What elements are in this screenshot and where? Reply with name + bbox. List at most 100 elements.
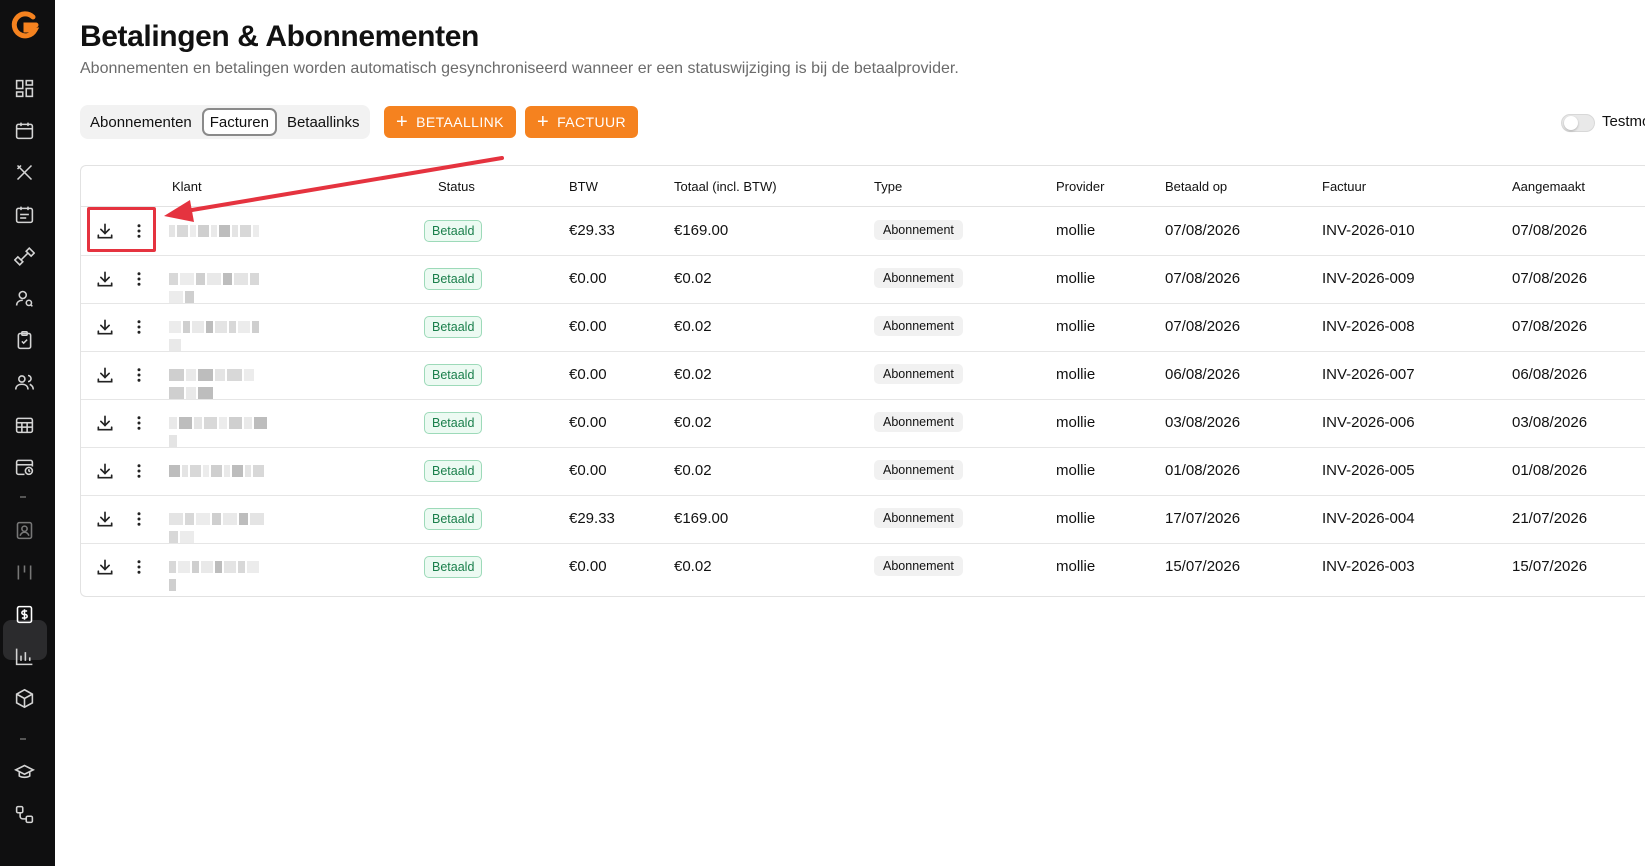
status-badge: Betaald xyxy=(424,364,483,386)
col-aangemaakt[interactable]: Aangemaakt xyxy=(1512,179,1585,194)
cell-btw: €0.00 xyxy=(569,462,607,479)
plus-icon: + xyxy=(396,111,409,133)
cell-totaal: €0.02 xyxy=(674,414,712,431)
more-options-icon[interactable] xyxy=(129,317,149,337)
calendar-grid-icon[interactable] xyxy=(12,412,37,437)
more-options-icon[interactable] xyxy=(129,413,149,433)
cell-provider: mollie xyxy=(1056,558,1096,575)
cell-betaald-op: 15/07/2026 xyxy=(1165,558,1241,575)
user-search-icon[interactable] xyxy=(12,286,37,311)
contact-card-icon[interactable] xyxy=(12,518,37,543)
page-subtitle: Abonnementen en betalingen worden automa… xyxy=(80,60,959,77)
cell-factuur[interactable]: INV-2026-005 xyxy=(1322,462,1415,479)
klant-name-redacted xyxy=(169,416,269,447)
status-badge: Betaald xyxy=(424,556,483,578)
table-row[interactable]: Betaald Abonnement €0.00 €0.02 mollie 07/08/2… xyxy=(81,255,1645,304)
cell-aangemaakt: 06/08/2026 xyxy=(1512,366,1588,383)
cell-totaal: €169.00 xyxy=(674,222,729,239)
klant-name-redacted xyxy=(169,512,269,543)
more-options-icon[interactable] xyxy=(129,461,149,481)
download-icon[interactable] xyxy=(95,461,115,481)
add-betaallink-button[interactable]: + BETAALLINK xyxy=(384,106,516,138)
col-totaal[interactable]: Totaal (incl. BTW) xyxy=(674,179,777,194)
cell-factuur[interactable]: INV-2026-003 xyxy=(1322,558,1415,575)
nav-separator xyxy=(20,496,26,498)
download-icon[interactable] xyxy=(95,317,115,337)
workflow-icon[interactable] xyxy=(12,802,37,827)
cell-aangemaakt: 07/08/2026 xyxy=(1512,318,1588,335)
cell-aangemaakt: 07/08/2026 xyxy=(1512,270,1588,287)
plus-icon: + xyxy=(537,111,550,133)
klant-name-redacted xyxy=(169,464,269,478)
calendar-clock-icon[interactable] xyxy=(12,454,37,479)
bar-chart-icon[interactable] xyxy=(12,644,37,669)
download-icon[interactable] xyxy=(95,365,115,385)
testmode-toggle[interactable] xyxy=(1561,114,1595,132)
cell-provider: mollie xyxy=(1056,270,1096,287)
cell-btw: €0.00 xyxy=(569,558,607,575)
cell-provider: mollie xyxy=(1056,462,1096,479)
klant-name-redacted xyxy=(169,560,269,591)
toggle-knob xyxy=(1564,116,1578,130)
download-icon[interactable] xyxy=(95,269,115,289)
col-provider[interactable]: Provider xyxy=(1056,179,1104,194)
more-options-icon[interactable] xyxy=(129,269,149,289)
tab-abonnementen[interactable]: Abonnementen xyxy=(84,108,198,136)
klant-name-redacted xyxy=(169,320,269,351)
download-icon[interactable] xyxy=(95,413,115,433)
table-row[interactable]: Betaald Abonnement €0.00 €0.02 mollie 15/07/2… xyxy=(81,543,1645,592)
cell-factuur[interactable]: INV-2026-008 xyxy=(1322,318,1415,335)
col-betaald-op[interactable]: Betaald op xyxy=(1165,179,1227,194)
download-icon[interactable] xyxy=(95,557,115,577)
tab-facturen[interactable]: Facturen xyxy=(201,108,277,136)
tools-icon[interactable] xyxy=(12,160,37,185)
cell-factuur[interactable]: INV-2026-007 xyxy=(1322,366,1415,383)
dollar-icon[interactable] xyxy=(12,602,37,627)
annotation-arrow xyxy=(164,156,504,222)
cell-provider: mollie xyxy=(1056,318,1096,335)
nav-separator xyxy=(20,738,26,740)
more-options-icon[interactable] xyxy=(129,557,149,577)
cell-factuur[interactable]: INV-2026-009 xyxy=(1322,270,1415,287)
users-icon[interactable] xyxy=(12,370,37,395)
cell-totaal: €0.02 xyxy=(674,270,712,287)
cell-aangemaakt: 01/08/2026 xyxy=(1512,462,1588,479)
cell-totaal: €0.02 xyxy=(674,558,712,575)
more-options-icon[interactable] xyxy=(129,365,149,385)
download-icon[interactable] xyxy=(95,509,115,529)
graduation-cap-icon[interactable] xyxy=(12,760,37,785)
testmode-label: Testmo xyxy=(1602,113,1645,130)
cell-btw: €0.00 xyxy=(569,270,607,287)
table-row[interactable]: Betaald Abonnement €29.33 €169.00 mollie 17/0… xyxy=(81,495,1645,544)
more-options-icon[interactable] xyxy=(129,509,149,529)
col-btw[interactable]: BTW xyxy=(569,179,598,194)
dashboard-icon[interactable] xyxy=(12,76,37,101)
table-row[interactable]: Betaald Abonnement €0.00 €0.02 mollie 06/08/2… xyxy=(81,351,1645,400)
cell-betaald-op: 06/08/2026 xyxy=(1165,366,1241,383)
cell-betaald-op: 07/08/2026 xyxy=(1165,270,1241,287)
columns-icon[interactable] xyxy=(12,560,37,585)
sidebar xyxy=(0,0,55,866)
page-title: Betalingen & Abonnementen xyxy=(80,20,479,53)
brand-logo[interactable] xyxy=(10,11,40,41)
cell-totaal: €169.00 xyxy=(674,510,729,527)
cell-aangemaakt: 07/08/2026 xyxy=(1512,222,1588,239)
dumbbell-icon[interactable] xyxy=(12,244,37,269)
cell-betaald-op: 03/08/2026 xyxy=(1165,414,1241,431)
package-icon[interactable] xyxy=(12,686,37,711)
cell-provider: mollie xyxy=(1056,366,1096,383)
clipboard-check-icon[interactable] xyxy=(12,328,37,353)
cell-factuur[interactable]: INV-2026-006 xyxy=(1322,414,1415,431)
add-factuur-button[interactable]: + FACTUUR xyxy=(525,106,639,138)
table-row[interactable]: Betaald Abonnement €0.00 €0.02 mollie 03/08/2… xyxy=(81,399,1645,448)
tab-betaallinks[interactable]: Betaallinks xyxy=(281,108,366,136)
cell-factuur[interactable]: INV-2026-004 xyxy=(1322,510,1415,527)
cell-factuur[interactable]: INV-2026-010 xyxy=(1322,222,1415,239)
table-row[interactable]: Betaald Abonnement €0.00 €0.02 mollie 07/08/2… xyxy=(81,303,1645,352)
calendar-list-icon[interactable] xyxy=(12,202,37,227)
col-type[interactable]: Type xyxy=(874,179,902,194)
type-badge: Abonnement xyxy=(874,220,963,240)
calendar-icon[interactable] xyxy=(12,118,37,143)
table-row[interactable]: Betaald Abonnement €0.00 €0.02 mollie 01/08/2… xyxy=(81,447,1645,496)
col-factuur[interactable]: Factuur xyxy=(1322,179,1366,194)
